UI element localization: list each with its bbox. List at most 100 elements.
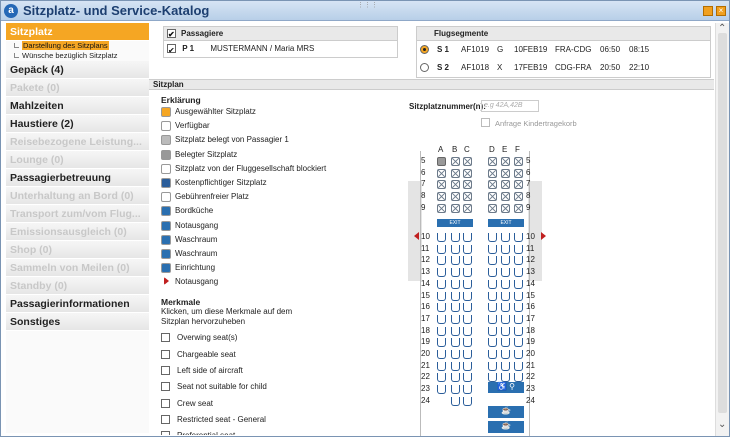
seat[interactable] — [437, 279, 446, 289]
seat[interactable] — [451, 233, 460, 242]
seat[interactable] — [501, 326, 510, 336]
seat[interactable] — [451, 291, 460, 301]
seat[interactable] — [451, 168, 460, 178]
seat[interactable] — [451, 279, 460, 289]
seat[interactable] — [463, 361, 472, 371]
minimize-button[interactable] — [703, 6, 713, 16]
seat[interactable] — [451, 180, 460, 190]
sidebar-item[interactable]: Passagierbetreuung — [6, 169, 149, 187]
seat[interactable] — [463, 396, 472, 406]
segment-row[interactable]: S 1 AF1019 G 10FEB19 FRA-CDG 06:50 08:15 — [417, 41, 710, 59]
seat[interactable] — [463, 291, 472, 301]
seat[interactable] — [501, 291, 510, 301]
drag-handle-icon[interactable]: ⋮⋮⋮ — [357, 1, 378, 9]
seat[interactable] — [501, 256, 510, 266]
seat[interactable] — [501, 303, 510, 313]
seat[interactable] — [488, 268, 497, 278]
feature-checkbox[interactable] — [161, 349, 170, 359]
seat[interactable] — [514, 303, 523, 313]
seat[interactable] — [463, 180, 472, 190]
sidebar-subitem[interactable]: Wünsche bezüglich Sitzplatz — [6, 51, 149, 61]
seat[interactable] — [501, 244, 510, 254]
seat[interactable] — [488, 279, 497, 289]
seat[interactable] — [501, 350, 510, 359]
seat[interactable] — [451, 157, 460, 166]
seat[interactable] — [514, 180, 523, 190]
seat[interactable] — [488, 192, 497, 202]
sidebar-item[interactable]: Shop (0) — [6, 241, 149, 259]
seat[interactable] — [501, 279, 510, 289]
seat[interactable] — [514, 338, 523, 348]
seat[interactable] — [437, 350, 446, 359]
sidebar-item[interactable]: Sonstiges — [6, 313, 149, 331]
sidebar-item[interactable]: Gepäck (4) — [6, 61, 149, 79]
feature-checkbox[interactable] — [161, 366, 170, 376]
sidebar-item[interactable]: Emissionsausgleich (0) — [6, 223, 149, 241]
seat[interactable] — [463, 233, 472, 242]
seat[interactable] — [514, 326, 523, 336]
seat[interactable] — [451, 373, 460, 383]
seat[interactable] — [501, 233, 510, 242]
passenger-checkbox[interactable] — [167, 43, 176, 59]
seat[interactable] — [463, 350, 472, 359]
seat[interactable] — [501, 203, 510, 213]
sidebar-item[interactable]: Reisebezogene Leistung... — [6, 133, 149, 151]
seat[interactable] — [437, 326, 446, 336]
segment-radio[interactable] — [420, 63, 429, 72]
seat[interactable] — [451, 303, 460, 313]
child-cradle-checkbox[interactable] — [481, 118, 490, 127]
seat[interactable] — [451, 350, 460, 359]
seat[interactable] — [463, 338, 472, 348]
seat[interactable] — [514, 203, 523, 213]
seat[interactable] — [451, 338, 460, 348]
seat[interactable] — [451, 203, 460, 213]
seat[interactable] — [501, 180, 510, 190]
seat[interactable] — [437, 303, 446, 313]
seat[interactable] — [463, 303, 472, 313]
seat[interactable] — [437, 373, 446, 383]
sidebar-item[interactable]: Sitzplatz — [6, 23, 149, 41]
sidebar-item[interactable]: Haustiere (2) — [6, 115, 149, 133]
seat[interactable] — [463, 268, 472, 278]
seat[interactable] — [451, 385, 460, 395]
seat[interactable] — [501, 157, 510, 166]
seat[interactable] — [451, 326, 460, 336]
sidebar-item[interactable]: Standby (0) — [6, 277, 149, 295]
seat[interactable] — [463, 279, 472, 289]
seat[interactable] — [488, 338, 497, 348]
seat[interactable] — [488, 168, 497, 178]
sidebar-item[interactable]: Sammeln von Meilen (0) — [6, 259, 149, 277]
passenger-row[interactable]: P 1 MUSTERMANN / Maria MRS — [164, 41, 397, 59]
seat[interactable] — [501, 192, 510, 202]
seat[interactable] — [437, 256, 446, 266]
seat[interactable] — [514, 256, 523, 266]
seat[interactable] — [463, 373, 472, 383]
sidebar-item[interactable]: Transport zum/vom Flug... — [6, 205, 149, 223]
seat[interactable] — [514, 244, 523, 254]
seat[interactable] — [437, 268, 446, 278]
seat[interactable] — [488, 203, 497, 213]
seat[interactable] — [437, 314, 446, 324]
feature-checkbox[interactable] — [161, 382, 170, 392]
select-all-passengers-checkbox[interactable] — [167, 28, 176, 41]
close-button[interactable]: × — [716, 6, 726, 16]
seat[interactable] — [451, 314, 460, 324]
seat[interactable] — [437, 203, 446, 213]
sidebar-item[interactable]: Unterhaltung an Bord (0) — [6, 187, 149, 205]
feature-item[interactable]: Restricted seat - General — [161, 412, 401, 428]
feature-item[interactable]: Crew seat — [161, 396, 401, 412]
seat[interactable] — [514, 157, 523, 166]
seat[interactable] — [451, 268, 460, 278]
segment-row[interactable]: S 2 AF1018 X 17FEB19 CDG-FRA 20:50 22:10 — [417, 59, 710, 77]
seat[interactable] — [501, 338, 510, 348]
seat[interactable] — [514, 361, 523, 371]
seat[interactable] — [451, 396, 460, 406]
seat[interactable] — [437, 338, 446, 348]
feature-item[interactable]: Chargeable seat — [161, 347, 401, 363]
seat[interactable] — [514, 350, 523, 359]
seat[interactable] — [514, 268, 523, 278]
feature-item[interactable]: Overwing seat(s) — [161, 330, 401, 346]
scroll-down-icon[interactable]: ⌄ — [718, 419, 726, 430]
seat[interactable] — [488, 157, 497, 166]
seat[interactable] — [463, 385, 472, 395]
